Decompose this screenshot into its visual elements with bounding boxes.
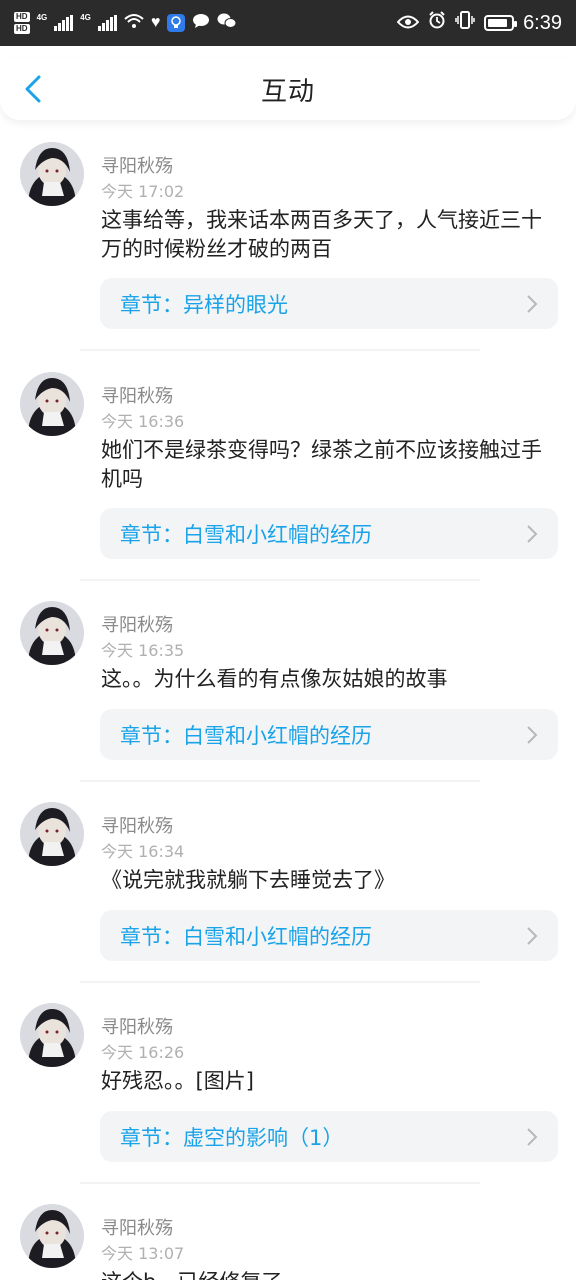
post-time: 今天 16:35 <box>101 641 185 660</box>
comment-text: 这。。为什么看的有点像灰姑娘的故事 <box>101 667 448 691</box>
chapter-link[interactable]: 章节：异样的眼光 <box>100 278 558 329</box>
network-label-1: 4G <box>36 13 48 22</box>
signal-icon <box>54 15 74 31</box>
chapter-link[interactable]: 章节：白雪和小红帽的经历 <box>100 508 558 559</box>
avatar[interactable] <box>20 601 84 665</box>
status-bar: HD HD 4G 4G ♥ 6:39 <box>0 0 576 46</box>
signal-icon-2 <box>97 15 117 31</box>
chapter-label: 章节：白雪和小红帽的经历 <box>120 522 372 547</box>
post-time: 今天 16:34 <box>101 842 185 861</box>
chapter-label: 章节：白雪和小红帽的经历 <box>120 924 372 949</box>
chapter-label: 章节：白雪和小红帽的经历 <box>120 723 372 748</box>
chevron-right-icon <box>527 726 538 744</box>
hd-label-2: HD <box>14 24 30 34</box>
heart-icon: ♥ <box>150 14 161 31</box>
page-title: 互动 <box>260 76 315 107</box>
back-button[interactable] <box>16 70 50 108</box>
chevron-right-icon <box>527 295 538 313</box>
status-right: 6:39 <box>396 11 562 35</box>
avatar[interactable] <box>20 802 84 866</box>
post-time: 今天 13:07 <box>101 1244 185 1263</box>
comment-text: 她们不是绿茶变得吗？绿茶之前不应该接触过手机吗 <box>101 438 542 491</box>
chapter-link[interactable]: 章节：白雪和小红帽的经历 <box>100 709 558 760</box>
user-name: 寻阳秋殇 <box>101 1218 173 1239</box>
avatar[interactable] <box>20 142 84 206</box>
divider <box>80 579 480 581</box>
hd-icon: HD HD <box>14 11 30 35</box>
network-label-2: 4G <box>80 13 91 22</box>
vibrate-icon <box>455 11 475 35</box>
battery-icon <box>484 15 518 31</box>
top-app-bar: 互动 <box>0 58 576 120</box>
chevron-right-icon <box>527 1128 538 1146</box>
status-left: HD HD 4G 4G ♥ <box>14 11 237 35</box>
avatar[interactable] <box>20 1204 84 1268</box>
hd-label-1: HD <box>14 12 30 22</box>
avatar[interactable] <box>20 372 84 436</box>
avatar[interactable] <box>20 1003 84 1067</box>
comment-text: 这事给等，我来话本两百多天了，人气接近三十万的时候粉丝才破的两百 <box>101 208 542 261</box>
bulb-icon <box>167 14 186 32</box>
comment-text: 《说完就我就躺下去睡觉去了》 <box>101 868 395 892</box>
user-name: 寻阳秋殇 <box>101 816 173 837</box>
alarm-icon <box>428 11 446 35</box>
divider <box>80 349 480 351</box>
divider <box>80 1182 480 1184</box>
wechat-icon <box>217 13 237 33</box>
comment-text: 这个b，已经修复了 <box>101 1268 561 1280</box>
chapter-link[interactable]: 章节：白雪和小红帽的经历 <box>100 910 558 961</box>
divider <box>80 981 480 983</box>
comment-text: 好残忍。。[图片] <box>101 1069 254 1093</box>
chapter-label: 章节：异样的眼光 <box>120 292 288 317</box>
clock-time: 6:39 <box>523 11 562 34</box>
eye-icon <box>396 12 420 35</box>
post-time: 今天 16:26 <box>101 1043 185 1062</box>
chapter-link[interactable]: 章节：虚空的影响（1） <box>100 1111 558 1162</box>
chapter-label: 章节：虚空的影响（1） <box>120 1125 344 1150</box>
wifi-icon <box>124 13 144 33</box>
divider <box>80 780 480 782</box>
user-name: 寻阳秋殇 <box>101 386 173 407</box>
chevron-left-icon <box>25 75 41 103</box>
message-bubble-icon <box>192 13 210 33</box>
user-name: 寻阳秋殇 <box>101 615 173 636</box>
user-name: 寻阳秋殇 <box>101 156 173 177</box>
post-time: 今天 17:02 <box>101 182 185 201</box>
chevron-right-icon <box>527 525 538 543</box>
user-name: 寻阳秋殇 <box>101 1017 173 1038</box>
post-time: 今天 16:36 <box>101 412 185 431</box>
chevron-right-icon <box>527 927 538 945</box>
